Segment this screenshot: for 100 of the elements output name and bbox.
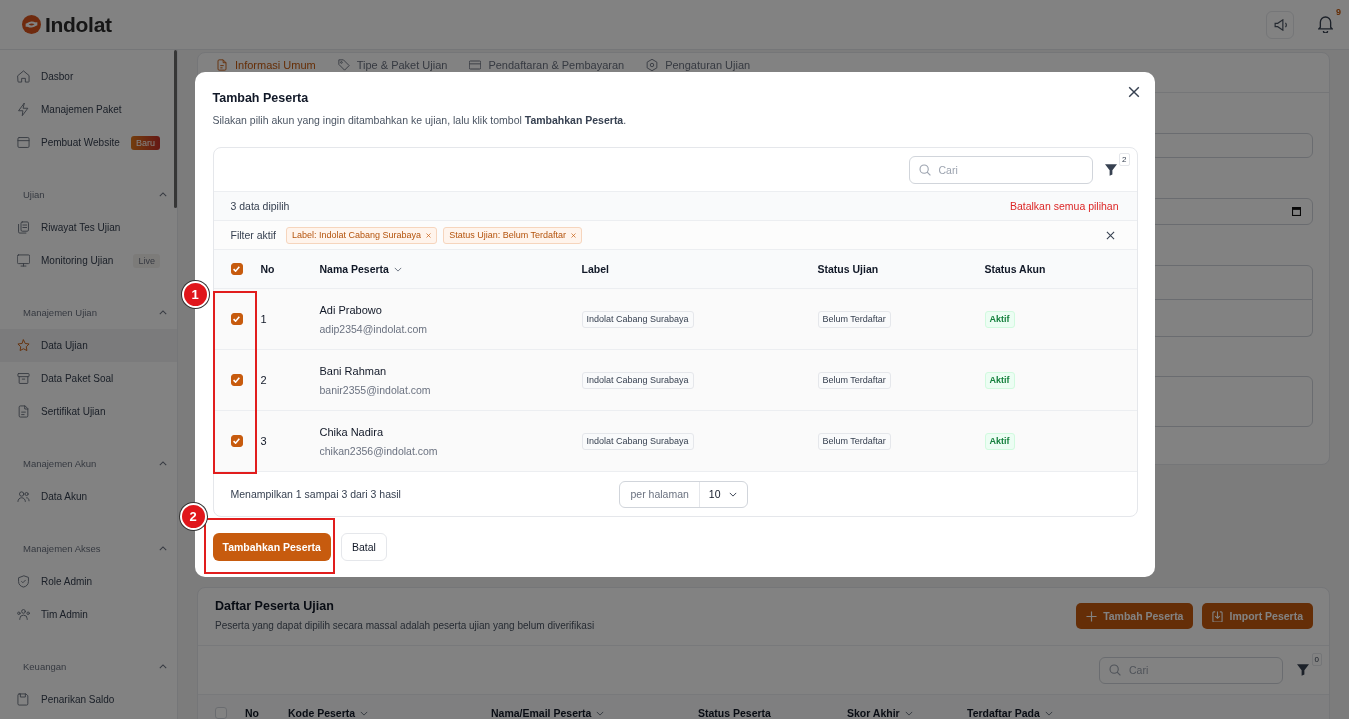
column-header[interactable]: Skor Akhir: [847, 707, 913, 719]
account-status-tag: Aktif: [984, 371, 1015, 389]
chevron-up-icon[interactable]: [159, 460, 167, 466]
exam-status-tag: Belum Terdaftar: [817, 432, 891, 450]
shield-check-icon: [17, 575, 30, 588]
row-number: 2: [260, 374, 267, 386]
participant-name: Bani Rahman: [319, 363, 387, 378]
logo-text: Indolat: [45, 12, 112, 37]
section-title: Manajemen Akses: [23, 542, 101, 554]
account-status-tag: Aktif: [984, 310, 1015, 328]
check-icon: [233, 316, 240, 322]
sidebar-item[interactable]: Tim Admin: [0, 598, 177, 631]
search-icon: [1109, 664, 1121, 676]
chevron-up-icon[interactable]: [159, 545, 167, 551]
label-tag: Indolat Cabang Surabaya: [581, 371, 694, 389]
sidebar-item[interactable]: Monitoring Ujian Live: [0, 244, 177, 277]
sidebar-item[interactable]: Dasbor: [0, 60, 177, 93]
per-page-select[interactable]: per halaman 10: [619, 480, 748, 508]
column-header[interactable]: Terdaftar Pada: [967, 707, 1053, 719]
import-participant-button[interactable]: Import Peserta: [1202, 603, 1313, 629]
chevron-up-icon[interactable]: [159, 663, 167, 669]
chevron-down-icon: [728, 491, 737, 497]
row-number: 3: [260, 435, 267, 447]
label-tag: Indolat Cabang Surabaya: [581, 310, 694, 328]
exam-status-tag: Belum Terdaftar: [817, 371, 891, 389]
section-title: Daftar Peserta Ujian: [215, 598, 335, 614]
search-icon: [918, 163, 931, 176]
user-group-icon: [17, 608, 30, 621]
close-icon: [1127, 86, 1140, 98]
sidebar-item[interactable]: Penarikan Saldo: [0, 683, 177, 716]
sidebar-item[interactable]: Data Paket Soal: [0, 362, 177, 395]
document-icon: [216, 59, 228, 71]
filter-icon[interactable]: [1297, 664, 1309, 676]
sidebar-item[interactable]: Riwayat Tes Ujian: [0, 211, 177, 244]
announcement-button[interactable]: [1266, 10, 1294, 39]
filter-chip[interactable]: Label: Indolat Cabang Surabaya: [286, 226, 438, 244]
add-participant-button[interactable]: Tambahkan Peserta: [212, 533, 331, 561]
sidebar-item[interactable]: Data Ujian: [0, 329, 177, 362]
column-header[interactable]: Nama Peserta: [319, 263, 402, 275]
selection-count: 3 data dipilih: [230, 200, 290, 212]
close-icon[interactable]: [571, 232, 576, 238]
column-header[interactable]: Nama/Email Peserta: [491, 707, 605, 719]
checkbox[interactable]: [230, 435, 243, 447]
exam-status-tag: Belum Terdaftar: [817, 310, 891, 328]
tab[interactable]: Pengaturan Ujian: [646, 58, 751, 72]
checkbox[interactable]: [230, 263, 243, 275]
home-icon: [17, 70, 30, 83]
section-subtitle: Peserta yang dapat dipilih secara massal adalah peserta ujian yang belum diverifikasi: [215, 619, 595, 633]
tab[interactable]: Tipe & Paket Ujian: [337, 58, 448, 72]
participant-name: Chika Nadira: [319, 424, 384, 439]
participant-email: banir2355@indolat.com: [319, 382, 431, 397]
bell-icon[interactable]: [1318, 16, 1333, 33]
calendar-icon: [1292, 207, 1301, 216]
column-header[interactable]: Kode Peserta: [288, 707, 369, 719]
clear-selection-link[interactable]: Batalkan semua pilihan: [1009, 200, 1119, 212]
filter-chip[interactable]: Status Ujian: Belum Terdaftar: [443, 226, 582, 244]
column-header: Status Ujian: [817, 263, 879, 275]
monitor-icon: [17, 254, 30, 267]
chevron-up-icon[interactable]: [159, 309, 167, 315]
step-marker: 2: [179, 503, 207, 530]
sidebar-badge: Baru: [131, 135, 160, 150]
section-title: Manajemen Ujian: [23, 306, 97, 318]
close-button[interactable]: [1126, 85, 1141, 99]
sidebar-item[interactable]: Data Akun: [0, 480, 177, 513]
chevron-up-icon[interactable]: [159, 191, 167, 197]
chevron-down-icon: [596, 710, 605, 716]
sidebar-item[interactable]: Pembuat Website Baru: [0, 126, 177, 159]
search-field[interactable]: Cari: [908, 155, 1093, 184]
step-marker: 1: [181, 281, 209, 308]
participant-name: Adi Prabowo: [319, 302, 382, 317]
tag-icon: [337, 59, 350, 71]
check-icon: [233, 266, 240, 272]
sidebar-item[interactable]: Manajemen Paket: [0, 93, 177, 126]
add-participant-button[interactable]: Tambah Peserta: [1076, 603, 1194, 629]
filter-count: 2: [1119, 152, 1130, 166]
check-icon: [233, 438, 240, 444]
sidebar-item[interactable]: Sertifikat Ujian: [0, 395, 177, 428]
checkbox[interactable]: [230, 374, 243, 386]
checkbox[interactable]: [230, 313, 243, 325]
document-icon: [17, 405, 30, 418]
notification-count: 9: [1336, 7, 1341, 17]
row-number: 1: [260, 313, 267, 325]
tray-arrow-icon: [1212, 610, 1224, 622]
sidebar-item[interactable]: Role Admin: [0, 565, 177, 598]
chevron-down-icon: [393, 266, 402, 272]
close-icon[interactable]: [426, 232, 432, 238]
column-header: No: [245, 707, 259, 719]
tab[interactable]: Pendaftaran & Pembayaran: [469, 58, 625, 72]
credit-card-icon: [469, 59, 482, 71]
scrollbar-thumb[interactable]: [174, 50, 177, 208]
filter-icon[interactable]: [1104, 163, 1117, 176]
lightning-icon: [17, 103, 30, 116]
cancel-button[interactable]: Batal: [340, 533, 387, 561]
filter-count: 0: [1311, 653, 1322, 666]
archive-box-icon: [17, 372, 30, 385]
settings-icon: [646, 59, 659, 71]
participant-email: adip2354@indolat.com: [319, 321, 428, 336]
close-icon: [1105, 230, 1115, 240]
clear-filters-button[interactable]: [1105, 230, 1115, 240]
tab[interactable]: Informasi Umum: [216, 58, 316, 72]
